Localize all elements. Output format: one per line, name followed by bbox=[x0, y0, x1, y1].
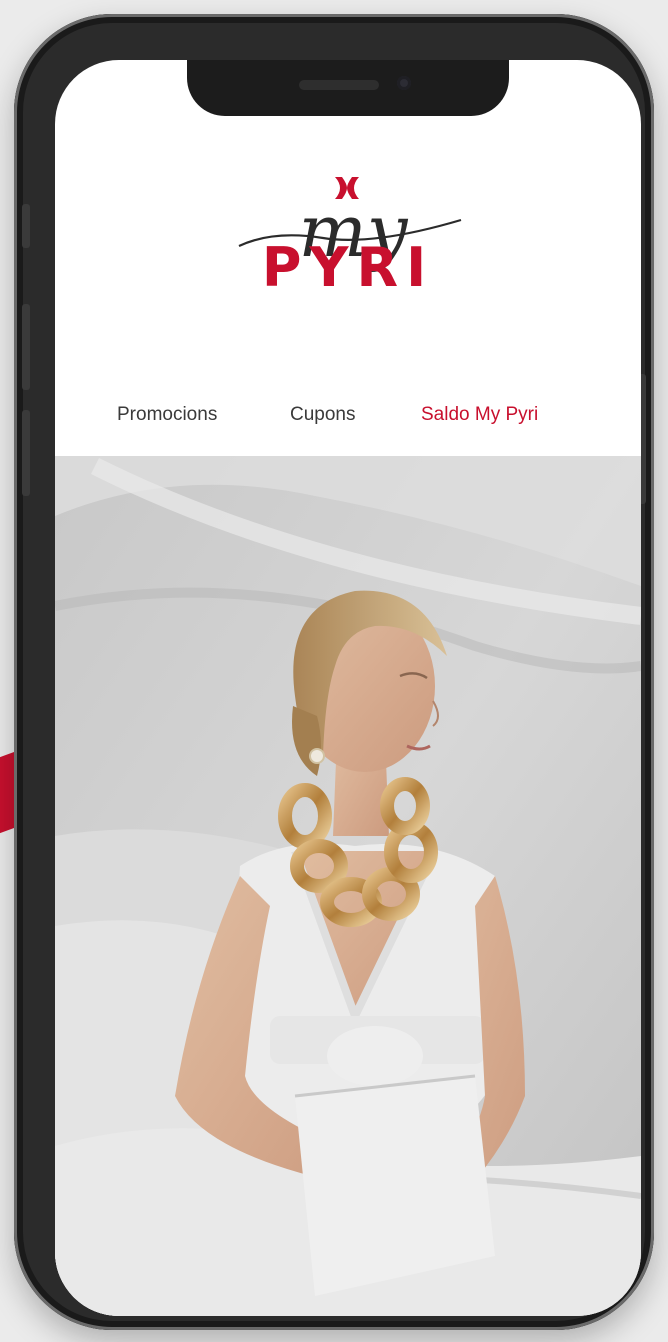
mute-switch bbox=[22, 204, 30, 248]
logo-wordmark: PYRI bbox=[261, 236, 435, 299]
front-camera bbox=[397, 76, 411, 90]
volume-down-button bbox=[22, 410, 30, 496]
phone-screen: my PYRI Promocions Cupons Saldo My Pyri bbox=[55, 60, 641, 1316]
tab-bar: Promocions Cupons Saldo My Pyri bbox=[55, 392, 641, 442]
tab-cupons[interactable]: Cupons bbox=[290, 404, 356, 426]
background-accent bbox=[0, 751, 14, 845]
notch bbox=[187, 60, 509, 116]
phone-frame: my PYRI Promocions Cupons Saldo My Pyri bbox=[14, 14, 654, 1330]
tab-promocions[interactable]: Promocions bbox=[117, 404, 217, 426]
tab-saldo-my-pyri[interactable]: Saldo My Pyri bbox=[421, 404, 538, 426]
app-logo: my PYRI bbox=[55, 170, 641, 310]
hero-photo bbox=[55, 456, 641, 1316]
speaker-grille bbox=[299, 80, 379, 90]
volume-up-button bbox=[22, 304, 30, 390]
